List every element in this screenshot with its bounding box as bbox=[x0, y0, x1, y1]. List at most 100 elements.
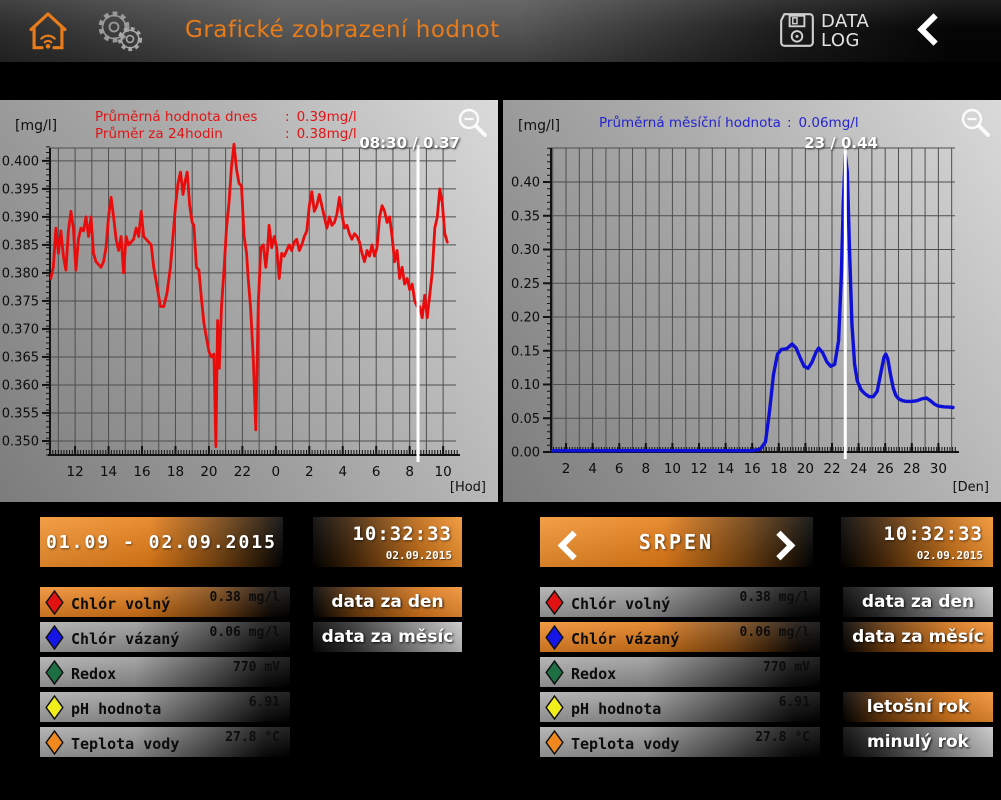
svg-text:6: 6 bbox=[615, 461, 624, 477]
svg-text:0.30: 0.30 bbox=[511, 243, 540, 258]
next-month-button[interactable] bbox=[770, 535, 791, 560]
param-row-redox[interactable]: Redox 770 mV bbox=[40, 657, 290, 687]
letosni-rok-button[interactable]: letošní rok bbox=[843, 692, 993, 722]
svg-text:0.05: 0.05 bbox=[511, 412, 540, 427]
chevron-right-icon bbox=[766, 531, 796, 561]
param-row-chlor-vazany[interactable]: Chlór vázaný 0.06 mg/l bbox=[40, 622, 290, 652]
daily-averages: Průměrná hodnota dnes:0.39mg/l Průměr za… bbox=[95, 109, 357, 143]
param-row-chlor-volny[interactable]: Chlór volný 0.38 mg/l bbox=[540, 587, 820, 617]
diamond-icon bbox=[545, 695, 564, 720]
clock-date: 02.09.2015 bbox=[917, 549, 983, 562]
svg-text:18: 18 bbox=[167, 464, 184, 480]
svg-text:0.400: 0.400 bbox=[2, 154, 39, 169]
svg-text:22: 22 bbox=[823, 461, 840, 477]
zoom-out-icon[interactable] bbox=[453, 105, 491, 143]
minuly-rok-button[interactable]: minulý rok bbox=[843, 727, 993, 757]
svg-text:12: 12 bbox=[66, 464, 83, 480]
svg-text:20: 20 bbox=[797, 461, 814, 477]
daily-x-unit-label: [Hod] bbox=[450, 480, 486, 495]
daily-chart-plot[interactable]: 0.3500.3550.3600.3650.3700.3750.3800.385… bbox=[0, 100, 498, 502]
svg-text:0.25: 0.25 bbox=[511, 277, 540, 292]
data-za-mesic-button-right[interactable]: data za měsíc bbox=[843, 622, 993, 652]
monthly-average: Průměrná měsíční hodnota:0.06mg/l bbox=[599, 115, 859, 132]
datalog-button[interactable]: DATA LOG bbox=[778, 11, 869, 53]
svg-text:0.40: 0.40 bbox=[511, 176, 540, 191]
monthly-avg-value: 0.06mg/l bbox=[799, 115, 859, 131]
monthly-parameter-list: Chlór volný 0.38 mg/l Chlór vázaný 0.06 … bbox=[540, 587, 820, 757]
svg-text:14: 14 bbox=[717, 461, 734, 477]
diamond-icon bbox=[545, 590, 564, 615]
diamond-icon bbox=[45, 625, 64, 650]
avg-24h-label: Průměr za 24hodin bbox=[95, 126, 285, 143]
param-row-chlor-vazany[interactable]: Chlór vázaný 0.06 mg/l bbox=[540, 622, 820, 652]
svg-text:24: 24 bbox=[850, 461, 867, 477]
monthly-chart-plot[interactable]: 0.000.050.100.150.200.250.300.350.402468… bbox=[503, 100, 1001, 502]
param-row-ph[interactable]: pH hodnota 6.91 bbox=[40, 692, 290, 722]
svg-text:4: 4 bbox=[588, 461, 597, 477]
svg-text:0.20: 0.20 bbox=[511, 311, 540, 326]
home-icon[interactable] bbox=[26, 9, 70, 59]
month-selector: SRPEN bbox=[540, 517, 813, 567]
clock-time: 10:32:33 bbox=[883, 523, 983, 545]
diamond-icon bbox=[45, 660, 64, 685]
zoom-out-icon[interactable] bbox=[956, 105, 994, 143]
svg-text:30: 30 bbox=[930, 461, 947, 477]
svg-text:0.385: 0.385 bbox=[2, 238, 39, 253]
svg-text:8: 8 bbox=[642, 461, 651, 477]
svg-text:12: 12 bbox=[690, 461, 707, 477]
svg-text:0.365: 0.365 bbox=[2, 350, 39, 365]
clock-date: 02.09.2015 bbox=[386, 549, 452, 562]
diamond-icon bbox=[45, 590, 64, 615]
svg-text:10: 10 bbox=[435, 464, 452, 480]
svg-text:0.355: 0.355 bbox=[2, 406, 39, 421]
svg-text:0.00: 0.00 bbox=[511, 446, 540, 461]
param-row-redox[interactable]: Redox 770 mV bbox=[540, 657, 820, 687]
svg-text:0.10: 0.10 bbox=[511, 378, 540, 393]
top-bar: Grafické zobrazení hodnot DATA LOG bbox=[0, 0, 1001, 62]
screen: Grafické zobrazení hodnot DATA LOG 0.350… bbox=[0, 0, 1001, 800]
previous-month-button[interactable] bbox=[562, 535, 583, 560]
svg-text:22: 22 bbox=[234, 464, 251, 480]
clock-time: 10:32:33 bbox=[352, 523, 452, 545]
data-za-mesic-button-left[interactable]: data za měsíc bbox=[313, 622, 462, 652]
param-row-ph[interactable]: pH hodnota 6.91 bbox=[540, 692, 820, 722]
daily-y-unit-label: [mg/l] bbox=[15, 118, 57, 134]
svg-text:16: 16 bbox=[133, 464, 150, 480]
svg-text:10: 10 bbox=[664, 461, 681, 477]
clock-right: 10:32:33 02.09.2015 bbox=[841, 517, 993, 567]
svg-text:0.15: 0.15 bbox=[511, 344, 540, 359]
daily-parameter-list: Chlór volný 0.38 mg/l Chlór vázaný 0.06 … bbox=[40, 587, 290, 757]
monthly-cursor-readout: 23 / 0.44 bbox=[753, 134, 878, 152]
monthly-y-unit-label: [mg/l] bbox=[518, 118, 560, 134]
svg-text:0.370: 0.370 bbox=[2, 322, 39, 337]
back-button[interactable] bbox=[916, 18, 950, 46]
svg-text:0.395: 0.395 bbox=[2, 182, 39, 197]
monthly-avg-label: Průměrná měsíční hodnota bbox=[599, 115, 781, 132]
param-row-chlor-volny[interactable]: Chlór volný 0.38 mg/l bbox=[40, 587, 290, 617]
data-za-den-button-right[interactable]: data za den bbox=[843, 587, 993, 617]
page-title: Grafické zobrazení hodnot bbox=[185, 17, 500, 43]
data-za-den-button-left[interactable]: data za den bbox=[313, 587, 462, 617]
param-row-teplota[interactable]: Teplota vody 27.8 °C bbox=[540, 727, 820, 757]
clock-left: 10:32:33 02.09.2015 bbox=[313, 517, 462, 567]
avg-today-label: Průměrná hodnota dnes bbox=[95, 109, 285, 126]
svg-text:2: 2 bbox=[305, 464, 314, 480]
svg-text:0.350: 0.350 bbox=[2, 434, 39, 449]
param-row-teplota[interactable]: Teplota vody 27.8 °C bbox=[40, 727, 290, 757]
svg-text:0.35: 0.35 bbox=[511, 209, 540, 224]
svg-text:26: 26 bbox=[877, 461, 894, 477]
svg-text:18: 18 bbox=[770, 461, 787, 477]
svg-text:2: 2 bbox=[562, 461, 571, 477]
svg-text:0.380: 0.380 bbox=[2, 266, 39, 281]
diamond-icon bbox=[545, 660, 564, 685]
svg-text:6: 6 bbox=[372, 464, 381, 480]
back-chevron-icon bbox=[917, 13, 950, 46]
diamond-icon bbox=[545, 625, 564, 650]
settings-gears-icon[interactable] bbox=[90, 9, 152, 61]
svg-text:14: 14 bbox=[100, 464, 117, 480]
daily-chart-panel: 0.3500.3550.3600.3650.3700.3750.3800.385… bbox=[0, 100, 498, 502]
date-range-button[interactable]: 01.09 - 02.09.2015 bbox=[40, 517, 283, 567]
diamond-icon bbox=[45, 730, 64, 755]
svg-text:0.360: 0.360 bbox=[2, 378, 39, 393]
svg-text:8: 8 bbox=[405, 464, 414, 480]
